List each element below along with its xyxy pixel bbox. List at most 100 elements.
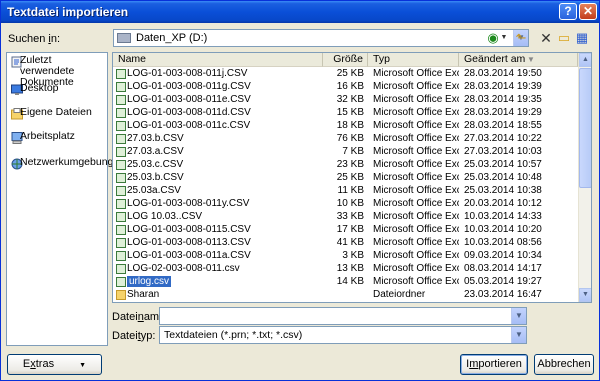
file-row[interactable]: LOG-02-003-008-011.csv 13 KB Microsoft Off… [113,263,578,275]
file-name: 25.03a.CSV [127,185,323,197]
file-name: LOG-01-003-008-011g.CSV [127,81,323,93]
place-label: Eigene Dateien [20,106,92,118]
file-row[interactable]: LOG-01-003-008-011d.CSV 15 KB Microsoft Of… [113,107,578,119]
file-type: Microsoft Office Exc... [373,198,459,209]
file-row[interactable]: LOG-01-003-008-011j.CSV 25 KB Microsoft Of… [113,68,578,80]
folder-up-icon[interactable]: ⬑ [511,29,531,47]
file-size: 15 KB [336,107,364,118]
file-size: 25 KB [336,172,364,183]
file-row[interactable]: LOG-01-003-008-011e.CSV 32 KB Microsoft Of… [113,94,578,106]
file-date: 27.03.2014 10:22 [464,133,542,144]
column-header-date[interactable]: Geändert am ▼ [459,53,578,67]
title-bar[interactable]: Textdatei importieren ? ✕ [1,1,599,23]
help-button[interactable]: ? [559,3,577,20]
file-row[interactable]: 25.03.c.CSV 23 KB Microsoft Office Exc... 2… [113,159,578,171]
scrollbar-thumb[interactable] [579,68,591,188]
file-row[interactable]: 25.03.b.CSV 25 KB Microsoft Office Exc... 2… [113,172,578,184]
views-menu-icon[interactable]: ▦ [572,29,592,47]
file-row[interactable]: LOG-01-003-008-011y.CSV 10 KB Microsoft Of… [113,198,578,210]
file-row[interactable]: Sharan Dateiordner 23.03.2014 16:47 [113,289,578,301]
extras-label-post: tras [35,358,55,370]
file-name-text: LOG-01-003-008-011j.CSV [127,68,248,79]
csv-file-icon [116,186,126,196]
file-size: 11 KB [337,185,365,196]
csv-file-icon [116,212,126,222]
back-dropdown-icon[interactable]: ▼ [499,29,509,47]
file-name: LOG-01-003-008-011d.CSV [127,107,323,119]
file-name: LOG-01-003-008-011y.CSV [127,198,323,210]
places-bar: Zuletzt verwendete Dokumente Desktop Eig… [6,52,113,346]
delete-icon[interactable]: ✕ [536,29,556,47]
file-size: 16 KB [336,81,364,92]
cancel-button[interactable]: Abbrechen [534,354,594,375]
scroll-down-icon[interactable]: ▼ [579,288,591,302]
filetype-select[interactable]: Textdateien (*.prn; *.txt; *.csv) ▼ [159,326,527,344]
file-name-text: 27.03.a.CSV [127,146,184,157]
file-date: 28.03.2014 19:29 [464,107,542,118]
file-name-text: LOG-02-003-008-011.csv [127,263,240,274]
file-row[interactable]: urlog.csv 14 KB Microsoft Office Exc... 05.… [113,276,578,288]
file-date: 28.03.2014 19:50 [464,68,542,79]
close-button[interactable]: ✕ [579,3,597,20]
csv-file-icon [116,147,126,157]
sort-descending-icon: ▼ [527,55,535,64]
filename-input[interactable]: ▼ [159,307,527,325]
file-row[interactable]: 25.03a.CSV 11 KB Microsoft Office Exc... 25… [113,185,578,197]
file-name: LOG-01-003-008-011c.CSV [127,120,323,132]
file-row[interactable]: LOG 10.03..CSV 33 KB Microsoft Office Exc.… [113,211,578,223]
file-size: 25 KB [336,68,364,79]
file-name-text: urlog.csv [127,276,172,287]
file-date: 27.03.2014 10:03 [464,146,542,157]
file-type: Microsoft Office Exc... [373,185,459,196]
file-date: 05.03.2014 19:27 [464,276,542,287]
csv-file-icon [116,134,126,144]
csv-file-icon [116,277,126,287]
column-header-type[interactable]: Typ [368,53,459,67]
scroll-up-icon[interactable]: ▲ [579,53,591,67]
file-name-text: LOG-01-003-008-011c.CSV [127,120,251,131]
file-type: Dateiordner [373,289,426,300]
file-row[interactable]: LOG-01-003-008-0113.CSV 41 KB Microsoft Of… [113,237,578,249]
chevron-down-icon[interactable]: ▼ [511,327,526,343]
chevron-down-icon[interactable]: ▼ [511,308,526,324]
csv-file-icon [116,121,126,131]
lookin-dropdown[interactable]: Daten_XP (D:) ▼ [113,29,529,47]
import-button[interactable]: Importieren [460,354,528,375]
file-name: 27.03.a.CSV [127,146,323,158]
csv-file-icon [116,251,126,261]
vertical-scrollbar[interactable]: ▲ ▼ [578,53,591,302]
file-date: 23.03.2014 16:47 [464,289,542,300]
column-header-name[interactable]: Name [113,53,323,67]
file-date: 10.03.2014 10:20 [464,224,542,235]
file-date: 10.03.2014 08:56 [464,237,542,248]
file-name-text: Sharan [127,289,160,300]
lookin-value: Daten_XP (D:) [136,32,208,44]
file-row[interactable]: LOG-01-003-008-0115.CSV 17 KB Microsoft Of… [113,224,578,236]
file-row[interactable]: 27.03.b.CSV 76 KB Microsoft Office Exc... 2… [113,133,578,145]
file-row[interactable]: LOG-01-003-008-011a.CSV 3 KB Microsoft Off… [113,250,578,262]
file-name-text: LOG-01-003-008-011e.CSV [127,94,251,105]
extras-button[interactable]: Extras ▼ [7,354,102,375]
column-header-size[interactable]: Größe [323,53,368,67]
new-folder-icon[interactable]: ▭ [554,29,574,47]
file-name-text: LOG-01-003-008-0113.CSV [127,237,251,248]
csv-file-icon [116,69,126,79]
file-type: Microsoft Office Exc... [373,263,459,274]
file-row[interactable]: LOG-01-003-008-011c.CSV 18 KB Microsoft Of… [113,120,578,132]
file-list[interactable]: Name Größe Typ Geändert am ▼ LOG-01-003-0… [112,52,592,303]
file-date: 28.03.2014 18:55 [464,120,542,131]
import-label-post: portieren [478,358,522,370]
file-row[interactable]: LOG-01-003-008-011g.CSV 16 KB Microsoft Of… [113,81,578,93]
place-label: Desktop [20,82,59,94]
file-name: LOG 10.03..CSV [127,211,323,223]
file-name: 27.03.b.CSV [127,133,323,145]
folder-icon [116,290,126,300]
file-type: Microsoft Office Exc... [373,211,459,222]
file-name: LOG-02-003-008-011.csv [127,263,323,275]
file-size: 13 KB [336,263,364,274]
filetype-label-post: yp: [140,330,156,342]
csv-file-icon [116,264,126,274]
file-type: Microsoft Office Exc... [373,224,459,235]
window-title: Textdatei importieren [7,5,129,19]
file-row[interactable]: 27.03.a.CSV 7 KB Microsoft Office Exc... 27… [113,146,578,158]
